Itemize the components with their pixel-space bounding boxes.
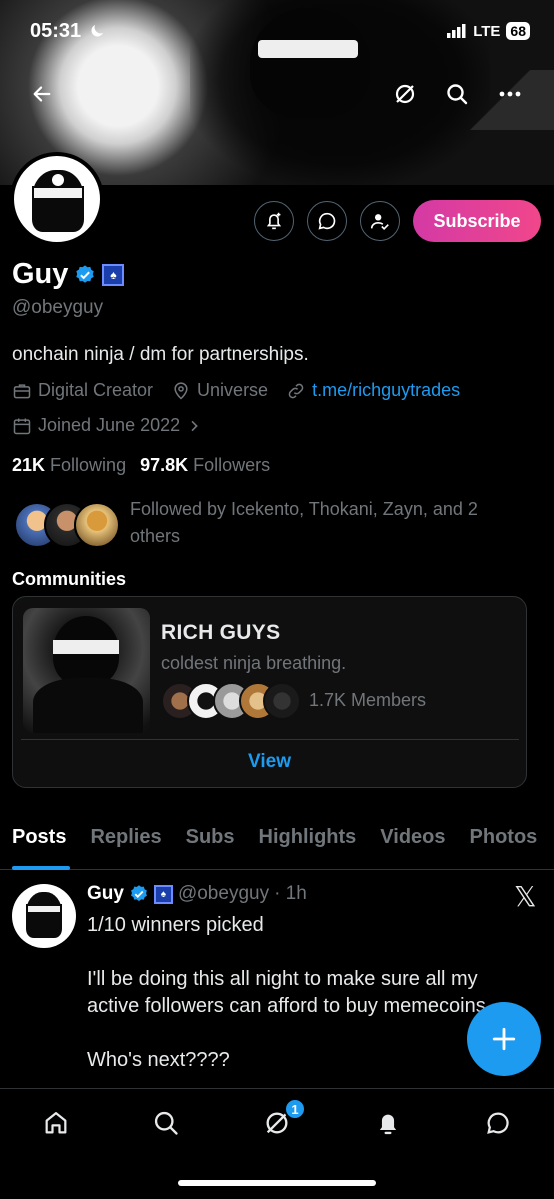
profile-location: Universe — [197, 380, 269, 400]
community-name: RICH GUYS — [161, 621, 281, 644]
grok-icon[interactable] — [387, 76, 423, 112]
follow-status-button[interactable] — [360, 201, 400, 241]
search-icon — [154, 1111, 178, 1135]
more-icon[interactable] — [492, 76, 528, 112]
network-label: LTE — [473, 22, 501, 40]
community-card[interactable]: RICH GUYS coldest ninja breathing. 1.7K … — [12, 596, 527, 788]
moon-icon — [88, 22, 106, 45]
x-logo-icon: 𝕏 — [514, 881, 537, 912]
profile-avatar[interactable] — [10, 152, 104, 246]
status-time: 05:31 — [30, 20, 82, 42]
post-author-handle: @obeyguy — [177, 883, 270, 904]
following-label: Following — [50, 455, 127, 475]
user-check-icon — [370, 214, 389, 230]
signal-icon — [447, 24, 466, 38]
compose-button[interactable] — [467, 1002, 541, 1076]
profile-handle: @obeyguy — [12, 297, 104, 318]
chat-bubble-icon — [318, 212, 336, 230]
community-description: coldest ninja breathing. — [161, 653, 347, 673]
profile-name-row: Guy ♠ — [12, 258, 125, 291]
profile-bio: onchain ninja / dm for partnerships. — [12, 344, 309, 365]
bell-plus-icon — [266, 212, 282, 230]
avatar-ninja-mask — [32, 186, 84, 200]
tab-posts[interactable]: Posts — [0, 812, 78, 870]
tab-subs[interactable]: Subs — [174, 812, 247, 869]
battery-icon: 68 — [506, 22, 530, 40]
verified-badge-icon — [131, 885, 147, 902]
chevron-right-icon — [191, 420, 198, 431]
bell-icon — [379, 1114, 397, 1135]
post-line: Who's next???? — [87, 1049, 230, 1071]
chat-bubble-icon — [487, 1112, 509, 1134]
following-link[interactable]: 21K Following — [12, 455, 126, 476]
joined-date: Joined June 2022 — [38, 415, 181, 435]
nav-home[interactable] — [36, 1103, 76, 1143]
banner-ninja-hood — [250, 8, 370, 118]
community-view-button[interactable]: View — [13, 751, 526, 773]
divider — [21, 739, 519, 740]
community-image — [23, 608, 150, 733]
tab-videos[interactable]: Videos — [368, 812, 457, 869]
follow-stats: 21K Following 97.8K Followers — [12, 455, 270, 476]
briefcase-icon — [13, 383, 31, 398]
followers-label: Followers — [193, 455, 271, 475]
post-line: I'll be doing this all night to make sur… — [87, 968, 486, 1017]
calendar-icon — [13, 418, 31, 434]
link-icon — [288, 383, 304, 398]
joined-row[interactable]: Joined June 2022 — [12, 415, 202, 436]
home-icon — [45, 1111, 67, 1134]
follower-avatar[interactable] — [74, 502, 120, 548]
tab-replies[interactable]: Replies — [78, 812, 173, 869]
profile-category: Digital Creator — [38, 380, 154, 400]
back-arrow-icon[interactable] — [24, 76, 60, 112]
post-author-name[interactable]: Guy — [87, 883, 124, 905]
member-avatar — [263, 682, 301, 720]
profile-meta-row: Digital Creator Universe t.me/richguytra… — [12, 380, 460, 401]
subscribe-button[interactable]: Subscribe — [413, 200, 541, 242]
tab-photos[interactable]: Photos — [458, 812, 550, 869]
location-icon — [174, 381, 188, 400]
post-author-avatar[interactable] — [12, 884, 76, 948]
notification-badge: 1 — [284, 1098, 306, 1120]
post-header: Guy ♠ @obeyguy · 1h — [87, 883, 307, 905]
home-indicator[interactable] — [178, 1180, 376, 1186]
banner-ninja-mask — [258, 40, 358, 58]
nav-messages[interactable] — [478, 1103, 518, 1143]
post-time: · 1h — [274, 883, 307, 904]
post-line: 1/10 winners picked — [87, 914, 264, 936]
post-text[interactable]: 1/10 winners picked I'll be doing this a… — [87, 912, 527, 1074]
community-members: 1.7K Members — [309, 690, 427, 710]
tab-highlights[interactable]: Highlights — [247, 812, 369, 869]
search-icon[interactable] — [439, 76, 475, 112]
nav-search[interactable] — [146, 1103, 186, 1143]
communities-heading: Communities — [12, 569, 127, 589]
status-indicators: LTE 68 — [447, 22, 530, 40]
following-count: 21K — [12, 455, 46, 475]
display-name: Guy — [12, 258, 69, 290]
affiliate-badge-icon: ♠ — [153, 884, 173, 904]
avatar-coin-icon — [52, 174, 64, 186]
nav-notifications[interactable] — [368, 1103, 408, 1143]
affiliate-badge-icon[interactable]: ♠ — [102, 263, 125, 286]
notification-subscribe-button[interactable] — [254, 201, 294, 241]
verified-badge-icon[interactable] — [74, 264, 96, 286]
profile-link[interactable]: t.me/richguytrades — [312, 380, 460, 401]
profile-tabs: Posts Replies Subs Highlights Videos Pho… — [0, 812, 554, 870]
followed-by-text[interactable]: Followed by Icekento, Thokani, Zayn, and… — [130, 496, 530, 550]
followers-count: 97.8K — [140, 455, 189, 475]
followers-link[interactable]: 97.8K Followers — [140, 455, 270, 476]
plus-icon — [492, 1027, 516, 1051]
message-button[interactable] — [307, 201, 347, 241]
